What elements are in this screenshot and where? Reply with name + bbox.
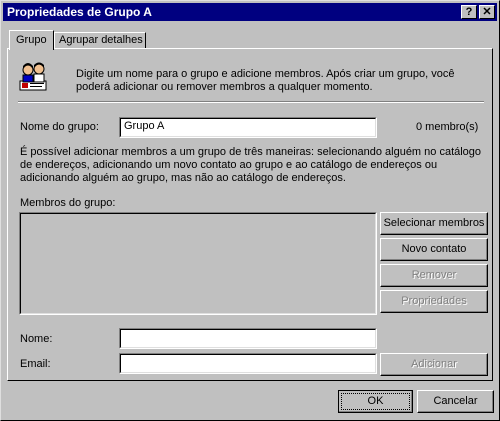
dialog-window: Propriedades de Grupo A ? ✕ Grupo Agrupa…	[0, 0, 500, 421]
divider	[18, 101, 484, 103]
tab-agrupar-detalhes-label: Agrupar detalhes	[59, 34, 143, 46]
select-members-button[interactable]: Selecionar membros	[380, 212, 488, 235]
name-label: Nome:	[20, 333, 53, 345]
members-label: Membros do grupo:	[20, 197, 116, 209]
name-input[interactable]	[119, 328, 377, 349]
tab-agrupar-detalhes[interactable]: Agrupar detalhes	[54, 32, 146, 48]
tab-grupo-label: Grupo	[16, 34, 47, 46]
intro-text: Digite um nome para o grupo e adicione m…	[76, 68, 455, 93]
window-title: Propriedades de Grupo A	[7, 5, 152, 19]
ok-button[interactable]: OK	[338, 390, 413, 413]
add-button[interactable]: Adicionar	[380, 353, 488, 376]
group-name-input[interactable]: Grupo A	[119, 117, 377, 138]
tab-grupo[interactable]: Grupo	[9, 30, 54, 50]
cancel-button[interactable]: Cancelar	[417, 390, 494, 413]
close-button[interactable]: ✕	[479, 5, 495, 19]
email-label: Email:	[20, 358, 51, 370]
new-contact-button[interactable]: Novo contato	[380, 238, 488, 261]
members-list[interactable]	[19, 212, 377, 315]
title-bar[interactable]: Propriedades de Grupo A ? ✕	[3, 3, 497, 21]
description-text: É possível adicionar membros a um grupo …	[20, 146, 482, 184]
group-people-icon	[19, 62, 47, 91]
group-name-label: Nome do grupo:	[20, 121, 99, 133]
group-name-value: Grupo A	[124, 120, 165, 132]
help-button[interactable]: ?	[461, 5, 477, 19]
properties-button[interactable]: Propriedades	[380, 290, 488, 313]
member-count: 0 membro(s)	[416, 121, 479, 133]
email-input[interactable]	[119, 353, 377, 374]
remove-button[interactable]: Remover	[380, 264, 488, 287]
